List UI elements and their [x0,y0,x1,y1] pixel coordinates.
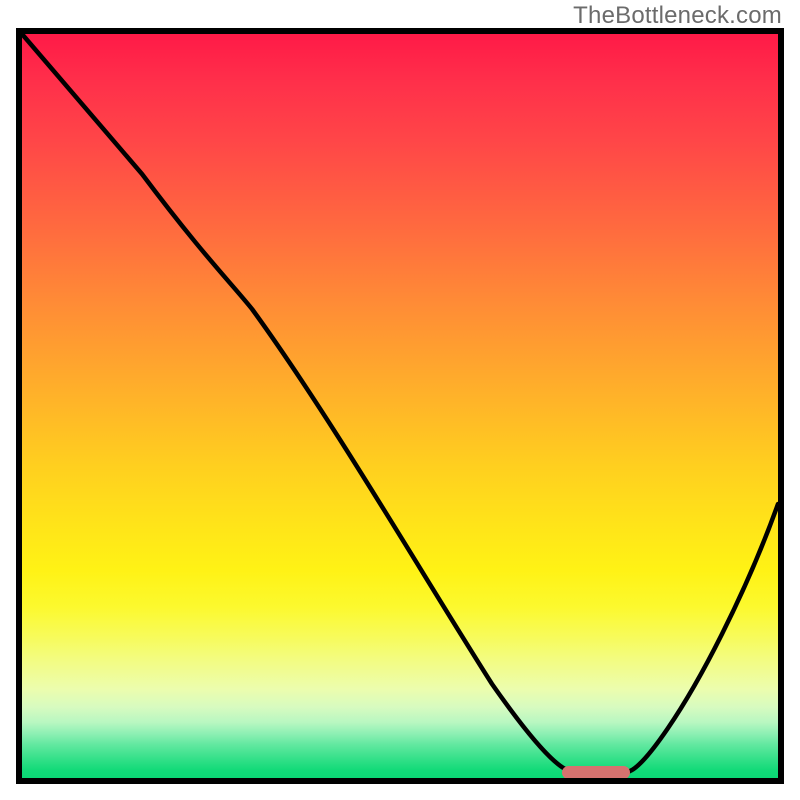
valley-marker [562,766,630,778]
watermark-text: TheBottleneck.com [573,2,782,30]
bottleneck-curve-path [22,34,778,774]
plot-frame [16,28,784,784]
plot-area [22,34,778,778]
plot-overlay-svg [22,34,778,778]
